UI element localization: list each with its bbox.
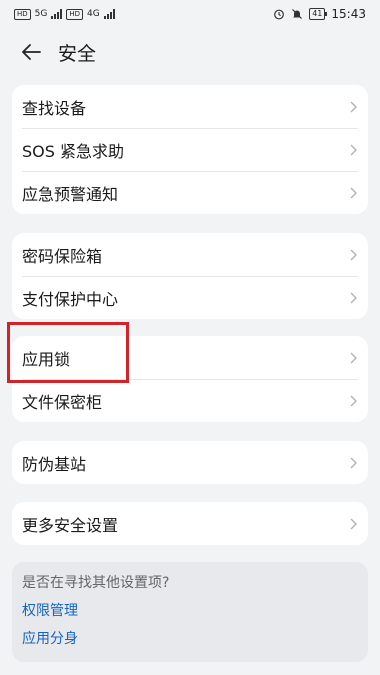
- item-label: 查找设备: [22, 98, 87, 118]
- chevron-right-icon: [350, 518, 357, 529]
- status-left: HD 5G HD 4G: [14, 8, 115, 20]
- battery-icon: 41: [309, 8, 328, 20]
- item-label: 应急预警通知: [22, 184, 119, 204]
- back-arrow-icon[interactable]: [20, 41, 42, 63]
- app-lock-item[interactable]: 应用锁: [12, 336, 368, 379]
- sim2-badge: HD: [66, 8, 84, 20]
- chevron-right-icon: [350, 144, 357, 155]
- file-safe-item[interactable]: 文件保密柜: [12, 379, 368, 422]
- item-label: 支付保护中心: [22, 289, 119, 309]
- mute-bell-icon: [292, 9, 303, 19]
- item-label: 更多安全设置: [22, 515, 119, 535]
- password-vault-item[interactable]: 密码保险箱: [12, 233, 368, 276]
- status-right: 41 15:43: [273, 7, 366, 21]
- settings-group-4: 防伪基站: [12, 441, 368, 484]
- alarm-icon: [274, 9, 285, 20]
- suggestion-card: 是否在寻找其他设置项? 权限管理 应用分身: [12, 562, 368, 662]
- chevron-right-icon: [350, 101, 357, 112]
- net2-label: 4G: [87, 9, 100, 19]
- chevron-right-icon: [350, 249, 357, 260]
- status-bar: HD 5G HD 4G 41 15:43: [0, 0, 380, 28]
- signal-icon: [51, 9, 63, 19]
- app-twin-link[interactable]: 应用分身: [22, 628, 358, 648]
- net1-label: 5G: [34, 9, 48, 19]
- chevron-right-icon: [350, 292, 357, 303]
- chevron-right-icon: [350, 395, 357, 406]
- sos-item[interactable]: SOS 紧急求助: [12, 128, 368, 171]
- settings-group-3: 应用锁 文件保密柜: [12, 336, 368, 422]
- permission-management-link[interactable]: 权限管理: [22, 600, 358, 620]
- chevron-right-icon: [350, 457, 357, 468]
- item-label: 密码保险箱: [22, 246, 103, 266]
- chevron-right-icon: [350, 352, 357, 363]
- settings-group-5: 更多安全设置: [12, 502, 368, 545]
- sim1-badge: HD: [14, 8, 31, 20]
- find-device-item[interactable]: 查找设备: [12, 85, 368, 128]
- suggestion-question: 是否在寻找其他设置项?: [22, 575, 170, 591]
- chevron-right-icon: [350, 187, 357, 198]
- item-label: SOS 紧急求助: [22, 141, 124, 161]
- settings-group-1: 查找设备 SOS 紧急求助 应急预警通知: [12, 85, 368, 214]
- header: 安全: [0, 30, 380, 74]
- payment-protection-item[interactable]: 支付保护中心: [12, 276, 368, 319]
- signal-icon: [103, 9, 115, 19]
- clock: 15:43: [331, 7, 366, 21]
- item-label: 防伪基站: [22, 454, 87, 474]
- item-label: 应用锁: [22, 349, 71, 369]
- more-security-item[interactable]: 更多安全设置: [12, 502, 368, 545]
- fake-base-station-item[interactable]: 防伪基站: [12, 441, 368, 484]
- item-label: 文件保密柜: [22, 392, 103, 412]
- emergency-alert-item[interactable]: 应急预警通知: [12, 171, 368, 214]
- settings-group-2: 密码保险箱 支付保护中心: [12, 233, 368, 319]
- page-title: 安全: [58, 42, 97, 65]
